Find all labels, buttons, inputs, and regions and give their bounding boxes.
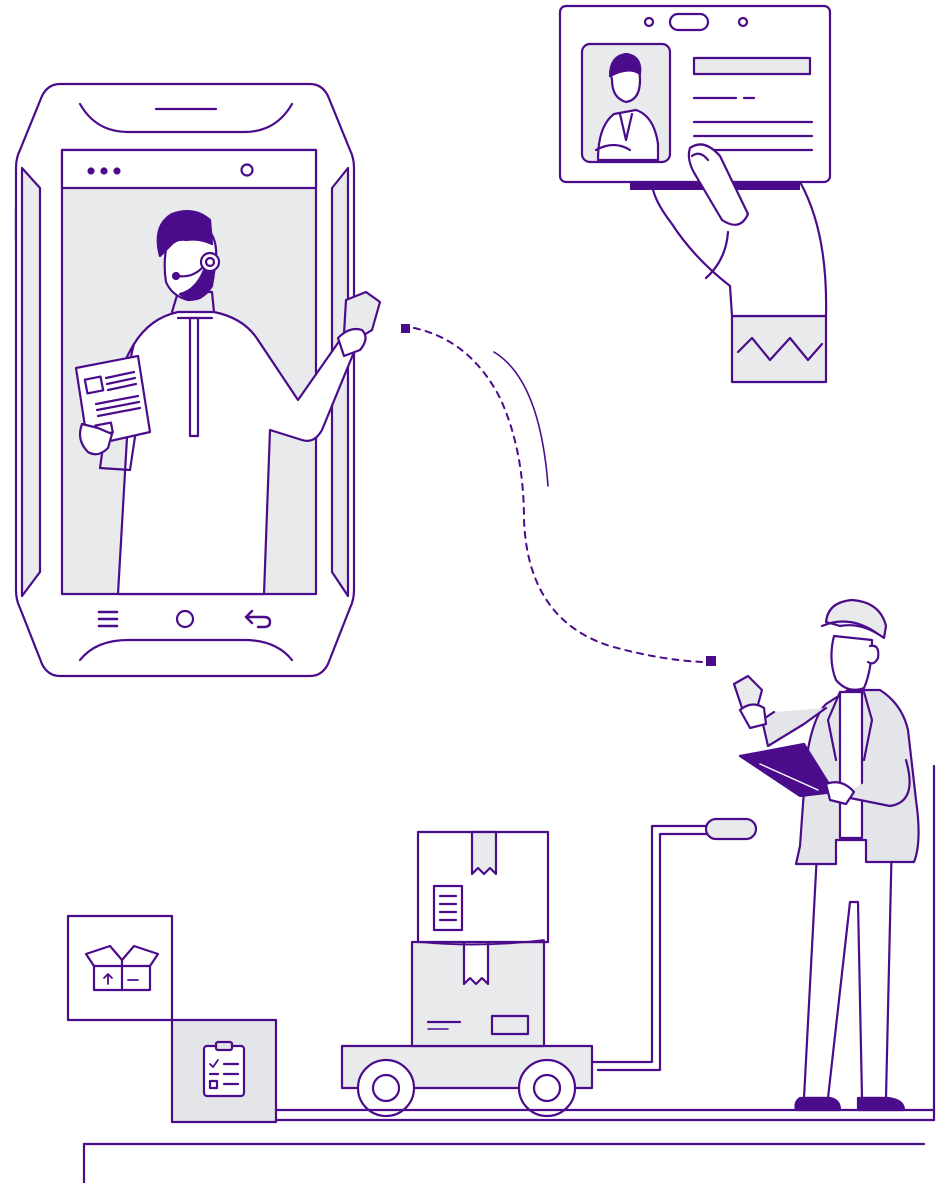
connection-dashed-path [413, 327, 703, 663]
box-label-icon [432, 884, 464, 932]
agent-placket [188, 316, 200, 438]
id-card-scene [558, 4, 832, 384]
dots-icon [87, 167, 121, 175]
worker-right-shoe [856, 1096, 906, 1112]
trolley-with-boxes [340, 817, 758, 1118]
connection-start-node [401, 324, 410, 333]
headset-icon [199, 251, 221, 273]
illustration-canvas [14, 4, 936, 1183]
worker-trousers [802, 832, 894, 1100]
phone-left-bezel [20, 166, 42, 598]
worker-left-shoe [794, 1096, 842, 1112]
smartphone [14, 82, 382, 678]
trolley-wheel-right [517, 1058, 577, 1118]
id-card-name-bar [692, 56, 812, 76]
connection-end-node [706, 656, 716, 666]
trolley-grip [704, 817, 758, 841]
worker-face [830, 634, 874, 691]
worker-shirt [838, 690, 864, 840]
side-tiles [66, 914, 278, 1124]
trolley-handle [590, 824, 714, 1064]
warehouse-worker [732, 598, 920, 1112]
connection-line [401, 324, 716, 666]
trolley-wheel-left [356, 1058, 416, 1118]
checklist-icon [202, 1040, 246, 1098]
agent-right-hand [336, 327, 367, 358]
worker-left-hand [738, 703, 768, 730]
phone-status-bar [60, 148, 318, 190]
